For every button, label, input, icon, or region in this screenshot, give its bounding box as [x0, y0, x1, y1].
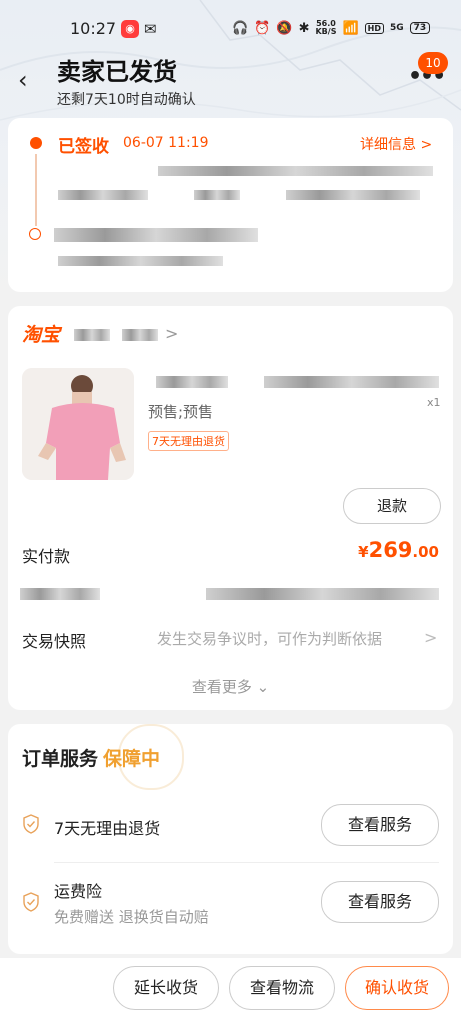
- redacted-text: [286, 190, 420, 200]
- redacted-product-title: [156, 376, 228, 388]
- chevron-down-icon: ⌄: [256, 678, 270, 696]
- view-service-button[interactable]: 查看服务: [321, 881, 439, 923]
- product-thumbnail[interactable]: [22, 368, 134, 480]
- redacted-text: [58, 256, 223, 266]
- paid-label: 实付款: [22, 547, 71, 566]
- paid-amount: ¥269.00: [358, 538, 439, 562]
- order-card: 淘宝 > 预售;预售 7天无理由退货 x1 退款 实付款 ¥269.00 交易快…: [8, 306, 453, 710]
- logistics-detail-link[interactable]: 详细信息 >: [360, 134, 432, 154]
- redacted-shop: [74, 329, 110, 341]
- timeline-dot: [29, 228, 41, 240]
- hd-icon: HD: [364, 22, 384, 34]
- service-item-label: 运费险: [54, 882, 103, 901]
- return-policy-tag: 7天无理由退货: [148, 431, 229, 451]
- redacted-order-value: [206, 588, 439, 600]
- redacted-order-field: [20, 588, 100, 600]
- view-service-button[interactable]: 查看服务: [321, 804, 439, 846]
- shield-check-icon: [23, 892, 39, 912]
- shield-check-icon: [23, 814, 39, 834]
- redacted-shop: [122, 329, 158, 341]
- wifi-icon: 📶: [342, 20, 359, 36]
- snapshot-description[interactable]: 发生交易争议时，可作为判断依据: [157, 628, 382, 649]
- service-status: 保障中: [103, 748, 161, 770]
- wechat-icon: ✉: [144, 20, 157, 38]
- headphone-icon: 🎧: [232, 20, 249, 36]
- view-logistics-button[interactable]: 查看物流: [229, 966, 335, 1010]
- network-speed: 56.0 KB/S: [315, 19, 337, 36]
- page-title: 卖家已发货: [57, 58, 177, 86]
- chevron-right-icon[interactable]: >: [424, 628, 437, 647]
- redacted-text: [194, 190, 240, 200]
- logistics-card[interactable]: 已签收 06-07 11:19 详细信息 >: [8, 118, 453, 292]
- chevron-right-icon[interactable]: >: [165, 324, 178, 343]
- snapshot-label[interactable]: 交易快照: [22, 628, 86, 652]
- mute-icon: 🔕: [276, 20, 293, 36]
- status-bar: 10:27 ◉ ✉ 🎧 ⏰ 🔕 ✱ 56.0 KB/S 📶 HD 5G 73: [0, 0, 461, 58]
- bluetooth-icon: ✱: [298, 20, 310, 36]
- logistics-status: 已签收: [58, 137, 109, 157]
- service-item-label: 7天无理由退货: [54, 819, 161, 838]
- back-icon[interactable]: ‹: [18, 66, 28, 94]
- redacted-text: [158, 166, 433, 176]
- shop-name[interactable]: 淘宝: [22, 320, 60, 347]
- confirm-receipt-button[interactable]: 确认收货: [345, 966, 449, 1010]
- see-more-button[interactable]: 查看更多 ⌄: [8, 676, 453, 697]
- service-card: 订单服务 保障中 7天无理由退货 查看服务 运费险 免费赠送 退换货自动赔 查看…: [8, 724, 453, 954]
- redacted-product-title: [264, 376, 439, 388]
- timeline-dot-active: [30, 137, 42, 149]
- signal-icon: 5G: [389, 23, 404, 33]
- redacted-text: [54, 228, 258, 242]
- product-option: 预售;预售: [148, 403, 214, 421]
- redacted-text: [58, 190, 148, 200]
- quantity: x1: [427, 396, 441, 409]
- alarm-icon: ⏰: [254, 20, 271, 36]
- app-notification-icon: ◉: [121, 20, 139, 38]
- timeline-line: [35, 154, 37, 226]
- logistics-date: 06-07 11:19: [123, 135, 209, 151]
- divider: [54, 862, 439, 863]
- battery-icon: 73: [409, 22, 431, 34]
- refund-button[interactable]: 退款: [343, 488, 441, 524]
- extend-receipt-button[interactable]: 延长收货: [113, 966, 219, 1010]
- service-title: 订单服务: [22, 748, 99, 770]
- more-badge: 10: [418, 52, 448, 74]
- bottom-action-bar: 延长收货 查看物流 确认收货: [0, 958, 461, 1024]
- service-item-sub: 免费赠送 退换货自动赔: [54, 908, 209, 926]
- clock: 10:27: [70, 19, 117, 38]
- auto-confirm-countdown: 还剩7天10时自动确认: [57, 92, 196, 108]
